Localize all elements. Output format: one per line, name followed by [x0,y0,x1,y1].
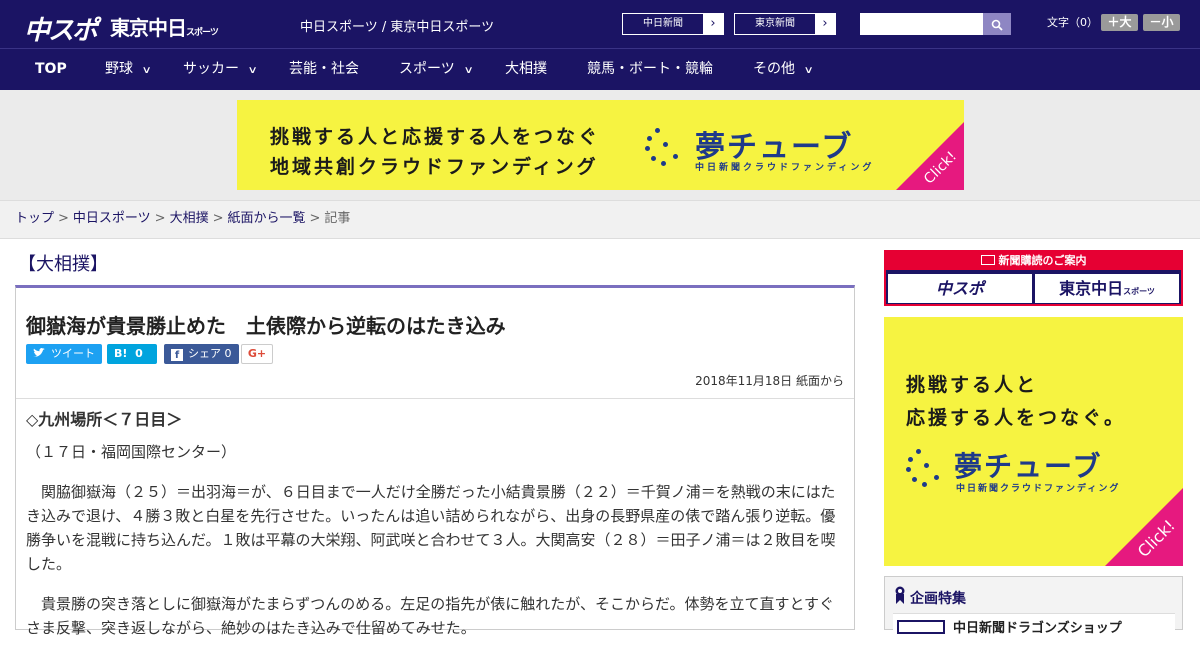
subscribe-tokyo-chunichi[interactable]: 東京中日スポーツ [1035,274,1179,303]
article-date: 2018年11月18日 紙面から [695,374,844,388]
chevron-down-icon: ∨ [803,65,814,76]
banner-brand-sub: 中日新聞クラウドファンディング [695,163,875,173]
nav-item-soccer[interactable]: サッカー ∨ [183,49,258,91]
nav-label: 競馬・ボート・競輪 [587,61,713,77]
feature-section: 企画特集 中日新聞ドラゴンズショップ [884,576,1183,636]
nav-label: TOP [35,61,67,77]
article-card: 御嶽海が貴景勝止めた 土俵際から逆転のはたき込み ツイート B! 0 f シェア … [15,285,855,637]
crowdfunding-banner[interactable]: 挑戦する人と応援する人をつなぐ 地域共創クラウドファンディング 夢チューブ 中日… [237,100,964,190]
breadcrumb-sep: > [212,211,224,226]
twitter-icon [33,348,45,357]
subscription-title: 新聞購読のご案内 [886,252,1181,270]
chevron-down-icon: ∨ [141,65,152,76]
side-banner-brand: 夢チューブ [954,450,1103,483]
breadcrumb: トップ > 中日スポーツ > 大相撲 > 紙面から一覧 > 記事 [0,201,1200,239]
article-headline: 御嶽海が貴景勝止めた 土俵際から逆転のはたき込み [26,314,506,338]
nav-item-top[interactable]: TOP [35,49,67,91]
nav-label: 大相撲 [505,61,547,77]
nav-item-other[interactable]: その他 ∨ [753,49,814,91]
facebook-icon: f [171,349,183,361]
tokyo-shimbun-link[interactable]: 東京新聞 › [734,13,836,35]
hatena-icon: B! [114,347,128,360]
ribbon-icon [895,586,905,604]
breadcrumb-sep: > [154,211,166,226]
site-title[interactable]: 中日スポーツ / 東京中日スポーツ [300,16,494,35]
header-bar: 中スポ 東京中日スポーツ 中日スポーツ / 東京中日スポーツ 中日新聞 › 東京… [0,0,1200,48]
chevron-down-icon: ∨ [247,65,258,76]
tweet-button[interactable]: ツイート [26,344,102,364]
category-heading[interactable]: 【大相撲】 [18,250,108,276]
sidebar-crowdfunding-banner[interactable]: 挑戦する人と 応援する人をつなぐ。 夢チューブ 中日新聞クラウドファンディング … [884,317,1183,566]
nav-item-sports[interactable]: スポーツ ∨ [399,49,474,91]
tokyo-logo-text: 東京中日 [110,16,187,40]
feature-title: 企画特集 [910,591,966,607]
article-paragraph: 関脇御嶽海（２５）＝出羽海＝が、６日目まで一人だけ全勝だった小結貴景勝（２２）＝… [26,483,836,573]
search-button[interactable] [983,13,1011,35]
feature-item-label: 中日新聞ドラゴンズショップ [953,621,1122,636]
nav-item-entertainment[interactable]: 芸能・社会 [289,49,359,91]
divider [16,398,854,399]
facebook-share-button[interactable]: f シェア 0 [164,344,239,364]
breadcrumb-sumo[interactable]: 大相撲 [170,211,209,226]
side-banner-sub: 中日新聞クラウドファンディング [956,484,1121,494]
nav-item-racing[interactable]: 競馬・ボート・競輪 [587,49,713,91]
article-body: ◇九州場所＜７日目＞ （１７日・福岡国際センター） 関脇御嶽海（２５）＝出羽海＝… [26,408,844,656]
subscribe-tokyo-small: スポーツ [1123,287,1155,296]
search-input[interactable] [860,13,983,35]
facebook-label: シェア [188,347,221,360]
ad-band: 挑戦する人と応援する人をつなぐ 地域共創クラウドファンディング 夢チューブ 中日… [0,90,1200,201]
tokyo-chunichi-logo[interactable]: 東京中日スポーツ [110,12,219,41]
side-banner-line1: 挑戦する人と [906,374,1039,396]
article-venue: （１７日・福岡国際センター） [26,443,237,461]
feature-item[interactable]: 中日新聞ドラゴンズショップ [893,613,1175,636]
font-smaller-button[interactable]: －小 [1143,14,1180,31]
breadcrumb-sep: > [309,211,321,226]
tokyo-logo-small: スポーツ [186,28,219,38]
hatena-count: 0 [135,347,143,360]
chevron-down-icon: ∨ [463,65,474,76]
article-subhead: ◇九州場所＜７日目＞ [26,410,183,429]
nav-label: サッカー [183,61,239,77]
chevron-right-icon: › [703,14,723,34]
subscription-title-text: 新聞購読のご案内 [998,254,1087,267]
breadcrumb-current: 記事 [324,211,351,226]
font-larger-button[interactable]: ＋大 [1101,14,1138,31]
subscribe-tokyo-text: 東京中日 [1059,279,1124,298]
breadcrumb-chunichi-sports[interactable]: 中日スポーツ [73,211,151,226]
nav-item-sumo[interactable]: 大相撲 [505,49,547,91]
chunichi-sports-logo[interactable]: 中スポ [24,10,98,47]
chevron-right-icon: › [815,14,835,34]
nav-label: その他 [753,61,795,77]
search-icon [991,19,1003,31]
side-banner-line2: 応援する人をつなぐ。 [906,407,1127,429]
ext-link-label: 中日新聞 [643,18,683,29]
subscription-box[interactable]: 新聞購読のご案内 中スポ 東京中日スポーツ [884,250,1183,306]
breadcrumb-top[interactable]: トップ [15,211,54,226]
ext-link-label: 東京新聞 [755,18,795,29]
newspaper-icon [980,255,995,265]
chunichi-shimbun-link[interactable]: 中日新聞 › [622,13,724,35]
subscribe-chunichi-sports[interactable]: 中スポ [888,274,1032,303]
nav-item-baseball[interactable]: 野球 ∨ [105,49,152,91]
nav-label: 芸能・社会 [289,61,359,77]
banner-line2: 地域共創クラウドファンディング [270,156,599,178]
facebook-count: 0 [224,347,232,360]
tweet-label: ツイート [51,347,95,360]
hatena-button[interactable]: B! 0 [107,344,157,364]
nav-label: 野球 [105,61,133,77]
google-plus-button[interactable]: G+ [241,344,273,364]
breadcrumb-list[interactable]: 紙面から一覧 [228,211,306,226]
font-size-label: 文字（0） [1047,16,1098,29]
breadcrumb-sep: > [58,211,69,226]
banner-line1: 挑戦する人と応援する人をつなぐ [270,126,601,148]
nav-label: スポーツ [399,61,455,77]
feature-thumbnail [897,620,945,634]
main-nav: TOP 野球 ∨ サッカー ∨ 芸能・社会 スポーツ ∨ 大相撲 競馬・ボート・競輪 … [0,48,1200,90]
article-paragraph: 貴景勝の突き落としに御嶽海がたまらずつんのめる。左足の指先が俵に触れたが、そこか… [26,595,835,637]
